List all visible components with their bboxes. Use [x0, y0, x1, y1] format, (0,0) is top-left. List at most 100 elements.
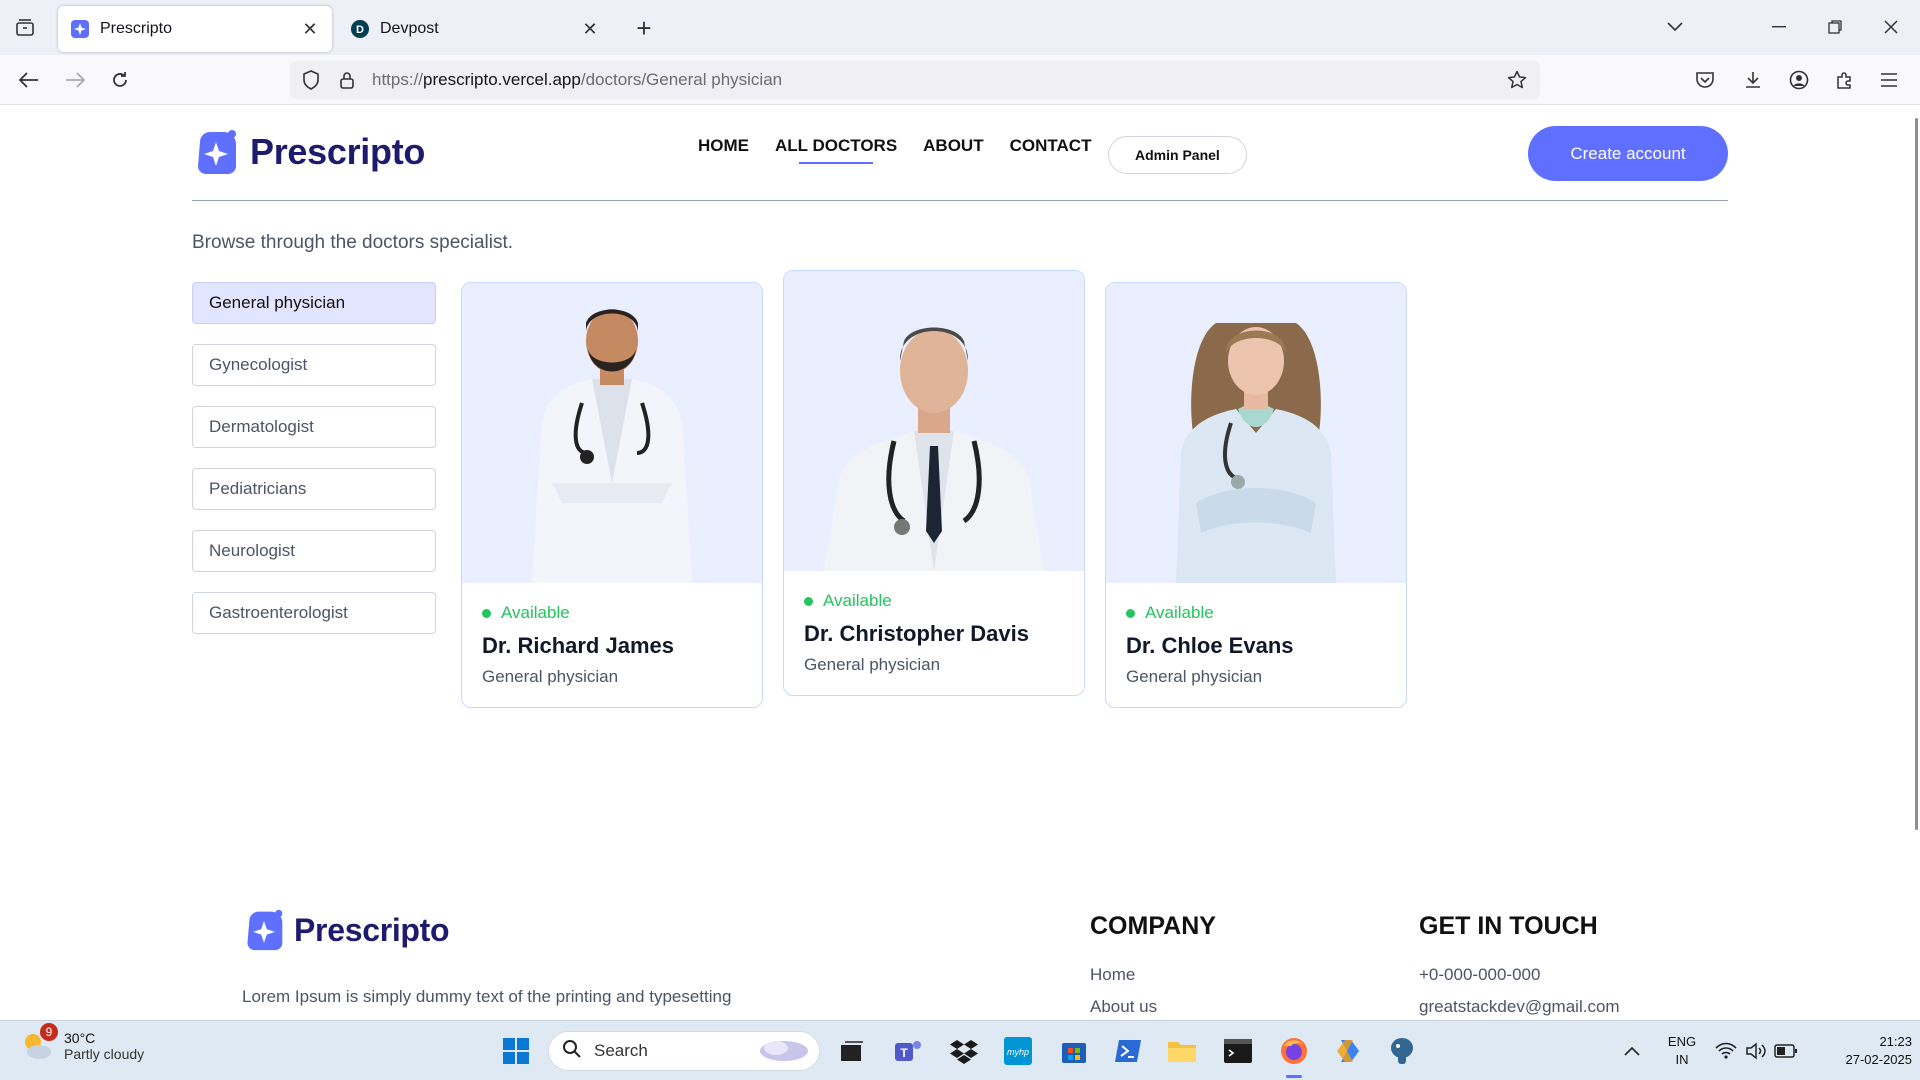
filter-gynecologist[interactable]: Gynecologist	[192, 344, 436, 386]
menu-hamburger-icon[interactable]	[1874, 65, 1904, 95]
admin-panel-button[interactable]: Admin Panel	[1108, 136, 1247, 174]
doctor-card[interactable]: Available Dr. Christopher Davis General …	[783, 270, 1085, 696]
filter-neurologist[interactable]: Neurologist	[192, 530, 436, 572]
filter-dermatologist[interactable]: Dermatologist	[192, 406, 436, 448]
create-account-button[interactable]: Create account	[1528, 126, 1728, 181]
doctor-portrait-female-icon	[1176, 323, 1336, 583]
task-view-icon[interactable]	[834, 1033, 870, 1069]
site-header: Prescripto HOME ALL DOCTORS ABOUT CONTAC…	[192, 106, 1728, 201]
weather-temperature: 30°C	[64, 1030, 96, 1046]
prescripto-logo-icon	[198, 130, 236, 174]
doctor-photo	[1106, 283, 1406, 583]
file-explorer-icon[interactable]	[1164, 1033, 1200, 1069]
footer-phone: +0-000-000-000	[1419, 965, 1541, 984]
prescripto-favicon-icon	[70, 19, 90, 39]
close-window-icon[interactable]	[1876, 12, 1906, 42]
dropbox-icon[interactable]	[946, 1033, 982, 1069]
footer-logo[interactable]: Prescripto	[242, 908, 450, 952]
doctor-photo	[784, 271, 1084, 571]
filter-gastroenterologist[interactable]: Gastroenterologist	[192, 592, 436, 634]
lock-icon[interactable]	[332, 65, 362, 95]
main-nav: HOME ALL DOCTORS ABOUT CONTACT	[698, 136, 1117, 164]
search-label: Search	[594, 1041, 648, 1060]
windows-start-icon[interactable]	[498, 1033, 534, 1069]
minimize-icon[interactable]	[1764, 12, 1794, 42]
tab-list-icon[interactable]	[12, 15, 38, 41]
new-tab-icon[interactable]: +	[630, 13, 658, 43]
doctor-portrait-male-icon	[532, 309, 692, 583]
filter-general-physician[interactable]: General physician	[192, 282, 436, 324]
microsoft-store-icon[interactable]	[1056, 1033, 1092, 1069]
downloads-icon[interactable]	[1738, 65, 1768, 95]
active-app-indicator	[1286, 1075, 1302, 1078]
tray-chevron-up-icon[interactable]	[1614, 1033, 1650, 1069]
footer-contact: GET IN TOUCH +0-000-000-000 greatstackde…	[1419, 912, 1620, 1020]
page-scrollbar[interactable]	[1915, 118, 1918, 830]
web-page: Prescripto HOME ALL DOCTORS ABOUT CONTAC…	[0, 106, 1920, 1020]
footer-email[interactable]: greatstackdev@gmail.com	[1419, 997, 1620, 1017]
available-dot-icon	[1126, 608, 1135, 618]
tab-devpost[interactable]: D Devpost ✕	[338, 6, 612, 52]
weather-widget[interactable]: 9 30°C Partly cloudy	[20, 1023, 144, 1063]
search-icon	[562, 1039, 582, 1064]
footer-link-home[interactable]: Home	[1090, 965, 1216, 985]
firefox-icon[interactable]	[1276, 1033, 1312, 1069]
close-tab-icon[interactable]: ✕	[580, 19, 600, 39]
doctor-photo	[462, 283, 762, 583]
available-dot-icon	[482, 608, 491, 618]
copilot-icon[interactable]	[1330, 1033, 1366, 1069]
footer-link-about[interactable]: About us	[1090, 997, 1216, 1017]
browser-nav-bar: https://prescripto.vercel.app/doctors/Ge…	[0, 55, 1920, 105]
region-code: IN	[1675, 1052, 1689, 1067]
restore-icon[interactable]	[1820, 12, 1850, 42]
search-highlight-icon	[750, 1034, 810, 1069]
myhp-icon[interactable]: myhp	[1000, 1033, 1036, 1069]
doctor-portrait-male-icon	[824, 327, 1044, 571]
footer-contact-title: GET IN TOUCH	[1419, 912, 1598, 940]
doctor-card[interactable]: Available Dr. Chloe Evans General physic…	[1105, 282, 1407, 708]
close-tab-icon[interactable]: ✕	[300, 19, 320, 39]
partly-cloudy-icon: 9	[20, 1023, 58, 1063]
back-arrow-icon[interactable]	[14, 65, 44, 95]
tab-prescripto[interactable]: Prescripto ✕	[58, 6, 332, 52]
tracking-shield-icon[interactable]	[296, 65, 326, 95]
clock-time: 21:23	[1879, 1034, 1912, 1049]
address-bar[interactable]: https://prescripto.vercel.app/doctors/Ge…	[290, 61, 1540, 99]
clock[interactable]: 21:23 27-02-2025	[1812, 1033, 1913, 1069]
terminal-icon[interactable]	[1220, 1033, 1256, 1069]
postgresql-icon[interactable]	[1384, 1033, 1420, 1069]
filter-pediatricians[interactable]: Pediatricians	[192, 468, 436, 510]
availability-text: Available	[823, 591, 892, 610]
taskbar: 9 30°C Partly cloudy Search T myhp ENG I…	[0, 1020, 1920, 1080]
devpost-favicon-icon: D	[350, 19, 370, 39]
pocket-icon[interactable]	[1690, 65, 1720, 95]
speciality-filter-list: General physician Gynecologist Dermatolo…	[192, 282, 436, 654]
battery-icon[interactable]	[1768, 1033, 1804, 1069]
language-indicator[interactable]: ENG IN	[1664, 1033, 1700, 1069]
logo-text: Prescripto	[294, 911, 450, 948]
footer-company: COMPANY Home About us	[1090, 912, 1216, 1020]
powershell-icon[interactable]	[1110, 1033, 1146, 1069]
site-logo[interactable]: Prescripto	[192, 128, 425, 176]
nav-about[interactable]: ABOUT	[923, 136, 983, 164]
bookmark-star-icon[interactable]	[1502, 65, 1532, 95]
nav-home[interactable]: HOME	[698, 136, 749, 164]
url-scheme: https://	[372, 70, 424, 89]
list-all-tabs-chevron-icon[interactable]	[1660, 12, 1690, 42]
footer-description: Lorem Ipsum is simply dummy text of the …	[242, 987, 732, 1020]
weather-text: 30°C Partly cloudy	[64, 1030, 144, 1062]
doctor-card[interactable]: Available Dr. Richard James General phys…	[461, 282, 763, 708]
reload-icon[interactable]	[105, 65, 135, 95]
browse-heading: Browse through the doctors specialist.	[192, 232, 514, 253]
account-icon[interactable]	[1784, 65, 1814, 95]
forward-arrow-icon[interactable]	[60, 65, 90, 95]
nav-contact[interactable]: CONTACT	[1010, 136, 1092, 164]
teams-icon[interactable]: T	[890, 1033, 926, 1069]
extensions-icon[interactable]	[1830, 65, 1860, 95]
doctor-speciality: General physician	[804, 655, 941, 674]
language-code: ENG	[1667, 1034, 1697, 1049]
doctor-name: Dr. Christopher Davis	[804, 621, 1029, 646]
taskbar-search[interactable]: Search	[548, 1031, 820, 1071]
doctor-name: Dr. Chloe Evans	[1126, 633, 1294, 658]
nav-all-doctors[interactable]: ALL DOCTORS	[775, 136, 897, 164]
